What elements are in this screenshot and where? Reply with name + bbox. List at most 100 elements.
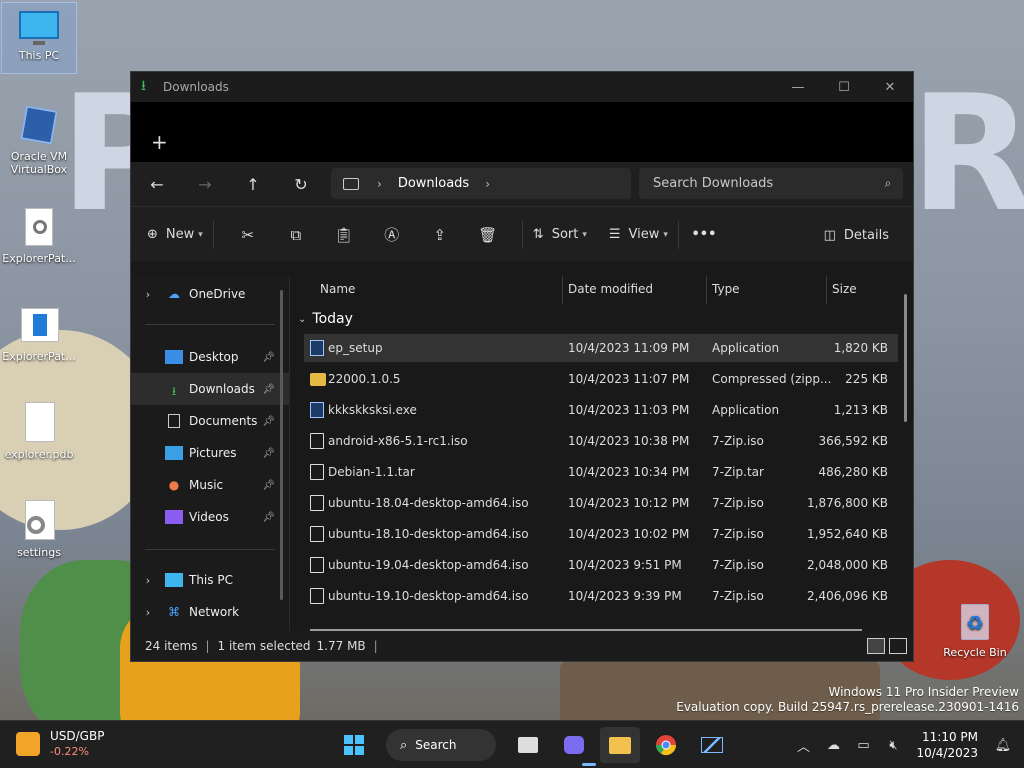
- network-status-icon[interactable]: ▭: [848, 738, 878, 753]
- table-row[interactable]: ubuntu-19.10-desktop-amd64.iso 10/4/2023…: [304, 582, 898, 610]
- file-name: ubuntu-18.10-desktop-amd64.iso: [328, 527, 529, 541]
- desktop-icon-recycle-bin[interactable]: ♻ Recycle Bin: [937, 600, 1013, 659]
- file-type: 7-Zip.iso: [712, 496, 764, 510]
- sidebar-item-network[interactable]: › ⌘ Network: [131, 596, 289, 628]
- status-bar: 24 items | 1 item selected 1.77 MB |: [131, 631, 913, 661]
- search-input[interactable]: [653, 176, 873, 191]
- pin-icon[interactable]: 📌︎: [262, 480, 275, 491]
- chevron-right-icon[interactable]: ›: [485, 177, 490, 191]
- table-row[interactable]: ep_setup 10/4/2023 11:09 PM Application …: [304, 334, 898, 362]
- rename-button[interactable]: Ⓐ: [368, 219, 416, 251]
- sidebar-item-downloads[interactable]: ⭳ Downloads 📌︎: [131, 373, 289, 405]
- copy-button[interactable]: ⧉: [272, 219, 320, 251]
- column-divider[interactable]: [562, 276, 563, 304]
- pin-icon[interactable]: 📌︎: [262, 512, 275, 523]
- sort-button[interactable]: ⇅ Sort ▾: [533, 219, 587, 251]
- group-header-today[interactable]: ⌄ Today: [290, 304, 913, 334]
- chevron-right-icon[interactable]: ›: [131, 288, 165, 301]
- sidebar-item-label: Desktop: [189, 350, 239, 364]
- table-row[interactable]: kkkskksksi.exe 10/4/2023 11:03 PM Applic…: [304, 396, 898, 424]
- table-row[interactable]: android-x86-5.1-rc1.iso 10/4/2023 10:38 …: [304, 427, 898, 455]
- sidebar-item-documents[interactable]: Documents 📌︎: [131, 405, 289, 437]
- navigation-bar: ← → ↑ ↻ › Downloads › ⌕: [131, 162, 913, 206]
- column-header-name[interactable]: Name: [320, 282, 355, 296]
- widgets-button[interactable]: USD/GBP -0.22%: [16, 729, 104, 759]
- vertical-scrollbar[interactable]: [904, 294, 907, 422]
- sidebar-item-pictures[interactable]: Pictures 📌︎: [131, 437, 289, 469]
- sidebar-item-music[interactable]: ● Music 📌︎: [131, 469, 289, 501]
- taskbar-search-button[interactable]: ⌕ Search: [386, 729, 496, 761]
- delete-button[interactable]: 🗑︎: [464, 219, 512, 251]
- column-header-size[interactable]: Size: [832, 282, 857, 296]
- task-view-button[interactable]: [508, 727, 548, 763]
- share-button[interactable]: ⇪: [416, 219, 464, 251]
- table-row[interactable]: ubuntu-18.04-desktop-amd64.iso 10/4/2023…: [304, 489, 898, 517]
- chevron-right-icon[interactable]: ›: [131, 606, 165, 619]
- chrome-taskbar-button[interactable]: [646, 727, 686, 763]
- pin-icon[interactable]: 📌︎: [262, 416, 275, 427]
- chevron-up-icon[interactable]: ︿: [788, 736, 818, 755]
- column-divider[interactable]: [706, 276, 707, 304]
- column-header-date[interactable]: Date modified: [568, 282, 653, 296]
- address-bar[interactable]: › Downloads ›: [331, 168, 631, 199]
- back-button[interactable]: ←: [133, 162, 181, 206]
- up-button[interactable]: ↑: [229, 162, 277, 206]
- search-box[interactable]: ⌕: [639, 168, 903, 199]
- clipboard-icon: 📋︎: [334, 225, 354, 244]
- tiles-view-icon[interactable]: [889, 638, 907, 654]
- sidebar-item-this-pc[interactable]: › This PC: [131, 564, 289, 596]
- desktop-icon-explorer-pdb[interactable]: explorer.pdb: [1, 402, 77, 461]
- search-icon[interactable]: ⌕: [873, 176, 903, 191]
- pin-icon[interactable]: 📌︎: [262, 352, 275, 363]
- table-row[interactable]: 22000.1.0.5 10/4/2023 11:07 PM Compresse…: [304, 365, 898, 393]
- monitor-icon: [165, 573, 183, 587]
- cut-button[interactable]: ✂: [224, 219, 272, 251]
- table-row[interactable]: ubuntu-19.04-desktop-amd64.iso 10/4/2023…: [304, 551, 898, 579]
- file-type: 7-Zip.iso: [712, 558, 764, 572]
- minimize-button[interactable]: —: [775, 72, 821, 102]
- pin-icon[interactable]: 📌︎: [262, 448, 275, 459]
- new-tab-button[interactable]: +: [151, 130, 168, 154]
- sidebar-item-desktop[interactable]: Desktop 📌︎: [131, 341, 289, 373]
- breadcrumb-downloads[interactable]: Downloads: [398, 176, 469, 191]
- chevron-right-icon[interactable]: ›: [131, 574, 165, 587]
- table-row[interactable]: ubuntu-18.10-desktop-amd64.iso 10/4/2023…: [304, 520, 898, 548]
- desktop-icon-this-pc[interactable]: This PC: [1, 2, 77, 74]
- column-divider[interactable]: [826, 276, 827, 304]
- watermark-line: Evaluation copy. Build 25947.rs_prerelea…: [676, 700, 1019, 714]
- desktop-icon-explorerpatcher-1[interactable]: ExplorerPat...: [1, 206, 77, 265]
- refresh-button[interactable]: ↻: [277, 162, 325, 206]
- more-options-button[interactable]: •••: [689, 219, 719, 251]
- details-view-icon[interactable]: [867, 638, 885, 654]
- pin-icon[interactable]: 📌︎: [262, 384, 275, 395]
- desktop-icon-virtualbox[interactable]: Oracle VM VirtualBox: [1, 104, 77, 176]
- forward-button[interactable]: →: [181, 162, 229, 206]
- file-date: 10/4/2023 11:07 PM: [568, 372, 690, 386]
- column-header-type[interactable]: Type: [712, 282, 740, 296]
- resource-monitor-taskbar-button[interactable]: [692, 727, 732, 763]
- start-button[interactable]: [334, 727, 374, 763]
- file-explorer-taskbar-button[interactable]: [600, 727, 640, 763]
- details-pane-button[interactable]: ◫ Details: [824, 219, 889, 251]
- new-button[interactable]: ⊕ New ▾: [147, 219, 203, 251]
- notification-bell-icon[interactable]: 🔔︎: [988, 738, 1018, 753]
- cloud-icon: ☁: [168, 287, 180, 301]
- volume-muted-icon[interactable]: 🔇︎: [878, 738, 908, 753]
- view-button[interactable]: ☰ View ▾: [609, 219, 668, 251]
- close-button[interactable]: ✕: [867, 72, 913, 102]
- desktop-icon-settings[interactable]: settings: [1, 500, 77, 559]
- desktop-icon-label: Oracle VM VirtualBox: [10, 150, 68, 176]
- desktop-icon-explorerpatcher-2[interactable]: ExplorerPat...: [1, 304, 77, 363]
- title-bar[interactable]: ⭳ Downloads — ☐ ✕: [131, 72, 913, 102]
- onedrive-status-icon[interactable]: ☁: [818, 738, 848, 753]
- paste-button[interactable]: 📋︎: [320, 219, 368, 251]
- teams-chat-button[interactable]: [554, 727, 594, 763]
- maximize-button[interactable]: ☐: [821, 72, 867, 102]
- sidebar-item-videos[interactable]: Videos 📌︎: [131, 501, 289, 533]
- sidebar-item-onedrive[interactable]: › ☁ OneDrive: [131, 278, 289, 310]
- clock[interactable]: 11:10 PM 10/4/2023: [916, 729, 978, 761]
- table-row[interactable]: Debian-1.1.tar 10/4/2023 10:34 PM 7-Zip.…: [304, 458, 898, 486]
- settings-file-icon: [17, 206, 61, 250]
- sidebar-scrollbar[interactable]: [280, 290, 283, 600]
- chevron-down-icon: ▾: [582, 229, 587, 240]
